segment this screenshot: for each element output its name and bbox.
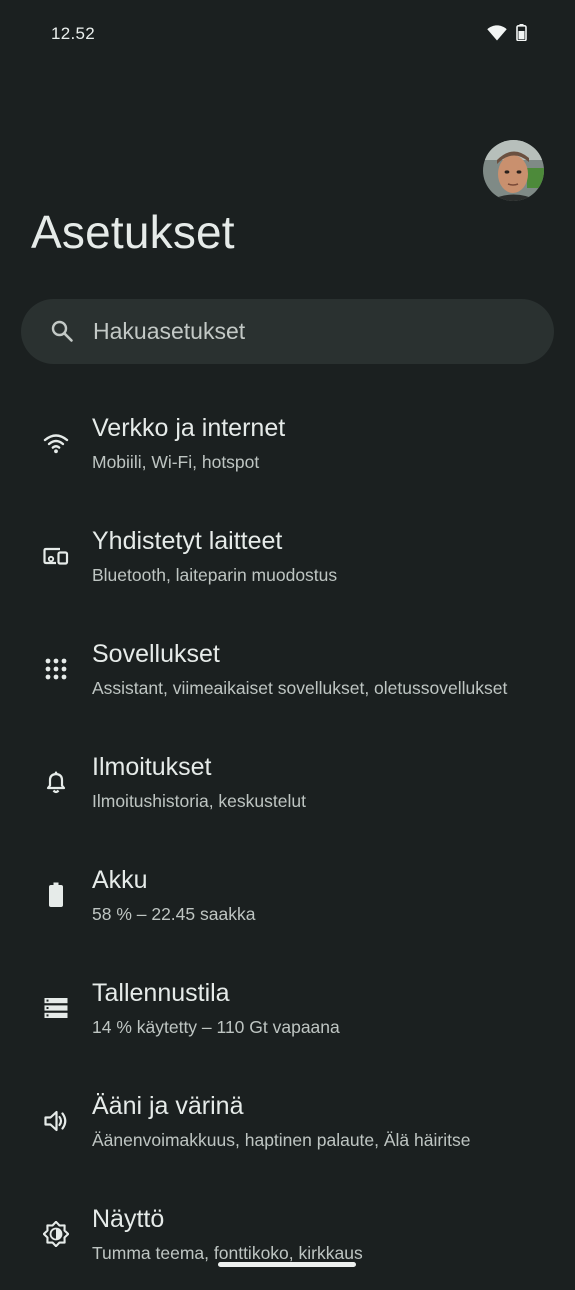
- settings-item-title: Tallennustila: [92, 979, 230, 1007]
- settings-item-title: Sovellukset: [92, 640, 220, 668]
- bell-icon: [43, 769, 69, 795]
- wifi-icon: [487, 24, 507, 41]
- settings-item-subtitle: Mobiili, Wi-Fi, hotspot: [92, 452, 260, 472]
- apps-grid-icon: [43, 656, 69, 682]
- battery-icon: [516, 24, 527, 41]
- settings-item-sound[interactable]: Ääni ja värinä Äänenvoimakkuus, haptinen…: [0, 1064, 575, 1177]
- settings-item-subtitle: Assistant, viimeaikaiset sovellukset, ol…: [92, 678, 508, 698]
- search-placeholder: Hakuasetukset: [93, 318, 246, 344]
- settings-item-storage[interactable]: Tallennustila 14 % käytetty – 110 Gt vap…: [0, 951, 575, 1064]
- settings-item-subtitle: 14 % käytetty – 110 Gt vapaana: [92, 1017, 340, 1037]
- settings-item-battery[interactable]: Akku 58 % – 22.45 saakka: [0, 838, 575, 951]
- gesture-nav-handle[interactable]: [218, 1262, 356, 1267]
- search-icon: [50, 319, 74, 343]
- settings-item-notifications[interactable]: Ilmoitukset Ilmoitushistoria, keskustelu…: [0, 725, 575, 838]
- wifi-icon: [43, 430, 69, 456]
- storage-icon: [43, 995, 69, 1021]
- settings-item-subtitle: Tumma teema, fonttikoko, kirkkaus: [92, 1243, 363, 1263]
- connected-devices-icon: [43, 543, 69, 569]
- brightness-icon: [43, 1221, 69, 1247]
- avatar[interactable]: [483, 140, 544, 201]
- volume-icon: [43, 1108, 69, 1134]
- status-icons: [487, 24, 527, 41]
- settings-item-subtitle: 58 % – 22.45 saakka: [92, 904, 256, 924]
- settings-item-title: Näyttö: [92, 1205, 165, 1233]
- settings-item-connected-devices[interactable]: Yhdistetyt laitteet Bluetooth, laitepari…: [0, 499, 575, 612]
- status-bar: 12.52: [0, 0, 575, 68]
- settings-item-apps[interactable]: Sovellukset Assistant, viimeaikaiset sov…: [0, 612, 575, 725]
- settings-item-title: Yhdistetyt laitteet: [92, 527, 283, 555]
- settings-list: Verkko ja internet Mobiili, Wi-Fi, hotsp…: [0, 386, 575, 1290]
- settings-item-subtitle: Äänenvoimakkuus, haptinen palaute, Älä h…: [92, 1130, 471, 1150]
- settings-item-title: Ilmoitukset: [92, 753, 212, 781]
- status-time: 12.52: [51, 24, 96, 43]
- settings-item-display[interactable]: Näyttö Tumma teema, fonttikoko, kirkkaus: [0, 1177, 575, 1290]
- search-bar[interactable]: Hakuasetukset: [21, 299, 554, 364]
- settings-item-network[interactable]: Verkko ja internet Mobiili, Wi-Fi, hotsp…: [0, 386, 575, 499]
- settings-item-title: Verkko ja internet: [92, 414, 286, 442]
- page-title: Asetukset: [31, 206, 235, 258]
- settings-item-subtitle: Bluetooth, laiteparin muodostus: [92, 565, 338, 585]
- settings-item-title: Akku: [92, 866, 148, 894]
- battery-icon: [43, 882, 69, 908]
- settings-item-subtitle: Ilmoitushistoria, keskustelut: [92, 791, 306, 811]
- settings-item-title: Ääni ja värinä: [92, 1092, 244, 1120]
